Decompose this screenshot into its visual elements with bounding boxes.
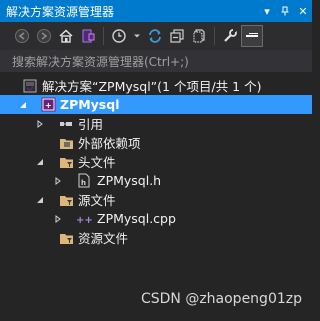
switch-views-button[interactable]: [78, 26, 98, 46]
pending-changes-dropdown[interactable]: [131, 26, 143, 46]
tree-node-references[interactable]: 引用: [0, 114, 312, 133]
cpp-project-icon: +: [40, 97, 56, 113]
collapse-all-icon: [170, 29, 184, 43]
preview-icon: [246, 33, 258, 37]
auto-hide-pin-button[interactable]: [276, 0, 294, 22]
tree-item-label: 引用: [78, 117, 104, 132]
clock-icon: [112, 29, 126, 43]
svg-text:h: h: [81, 179, 86, 187]
filter-folder-icon: [58, 230, 74, 246]
collapsed-triangle-icon[interactable]: [52, 209, 64, 228]
close-icon: ✕: [298, 4, 308, 18]
sync-with-document-button[interactable]: [145, 26, 165, 46]
switch-views-icon: [82, 29, 95, 43]
watermark-text: CSDN @zhaopeng01zp: [140, 291, 302, 307]
expanded-triangle-icon[interactable]: [17, 95, 29, 114]
tree-item-label: 外部依赖项: [78, 136, 141, 151]
pending-changes-filter-button[interactable]: [109, 26, 129, 46]
collapse-all-button[interactable]: [167, 26, 187, 46]
tree-node-header-file[interactable]: h ZPMysql.h: [0, 171, 312, 190]
expanded-triangle-icon[interactable]: [34, 190, 46, 209]
explorer-toolbar: [0, 22, 312, 50]
chevron-down-icon: [134, 34, 140, 38]
back-button[interactable]: [12, 26, 32, 46]
solution-icon: [22, 78, 38, 94]
toolbar-separator: [103, 27, 104, 45]
filter-folder-icon: [58, 154, 74, 170]
cpp-file-icon: ++: [76, 211, 92, 227]
tree-item-label: 资源文件: [78, 231, 129, 246]
home-button[interactable]: [56, 26, 76, 46]
close-panel-button[interactable]: ✕: [294, 0, 312, 22]
panel-title-bar: 解决方案资源管理器 ▾ ✕: [0, 0, 312, 22]
back-arrow-icon: [15, 29, 29, 43]
forward-button[interactable]: [34, 26, 54, 46]
sync-icon: [149, 29, 161, 43]
window-position-dropdown[interactable]: ▾: [258, 0, 276, 22]
search-placeholder: 搜索解决方案资源管理器(Ctrl+;): [12, 54, 189, 69]
tree-item-label: ZPMysql.cpp: [97, 211, 176, 226]
tree-node-cpp-file[interactable]: ++ ZPMysql.cpp: [0, 209, 312, 228]
forward-arrow-icon: [37, 29, 51, 43]
home-icon: [59, 29, 73, 43]
tree-node-external-dependencies[interactable]: 外部依赖项: [0, 133, 312, 152]
wrench-icon: [224, 29, 237, 42]
tree-node-resource-files[interactable]: 资源文件: [0, 228, 312, 247]
tree-item-label: 头文件: [78, 155, 116, 170]
header-file-icon: h: [76, 173, 92, 189]
collapsed-triangle-icon[interactable]: [52, 171, 64, 190]
expanded-triangle-icon[interactable]: [34, 152, 46, 171]
properties-button[interactable]: [220, 26, 240, 46]
external-deps-icon: [58, 135, 74, 151]
preview-selected-items-button[interactable]: [241, 25, 263, 47]
project-label: ZPMysql: [60, 97, 120, 112]
pin-icon: [281, 6, 289, 16]
svg-text:+: +: [45, 101, 52, 110]
tree-item-label: ZPMysql.h: [97, 173, 162, 188]
show-all-files-button[interactable]: [189, 26, 209, 46]
panel-title: 解决方案资源管理器: [6, 4, 115, 19]
show-all-files-icon: [193, 29, 205, 43]
collapsed-triangle-icon[interactable]: [34, 114, 46, 133]
tree-node-header-files[interactable]: 头文件: [0, 152, 312, 171]
filter-folder-icon: [58, 192, 74, 208]
tree-node-source-files[interactable]: 源文件: [0, 190, 312, 209]
toolbar-separator: [214, 27, 215, 45]
tree-item-label: 源文件: [78, 193, 116, 208]
tree-node-project[interactable]: + ZPMysql: [0, 95, 312, 114]
solution-label: 解决方案“ZPMysql”(1 个项目/共 1 个): [42, 79, 262, 94]
tree-node-solution[interactable]: 解决方案“ZPMysql”(1 个项目/共 1 个): [0, 76, 312, 95]
svg-text:++: ++: [76, 215, 92, 226]
search-input[interactable]: 搜索解决方案资源管理器(Ctrl+;): [0, 50, 312, 72]
chevron-down-icon: ▾: [264, 4, 270, 18]
references-icon: [58, 116, 74, 132]
